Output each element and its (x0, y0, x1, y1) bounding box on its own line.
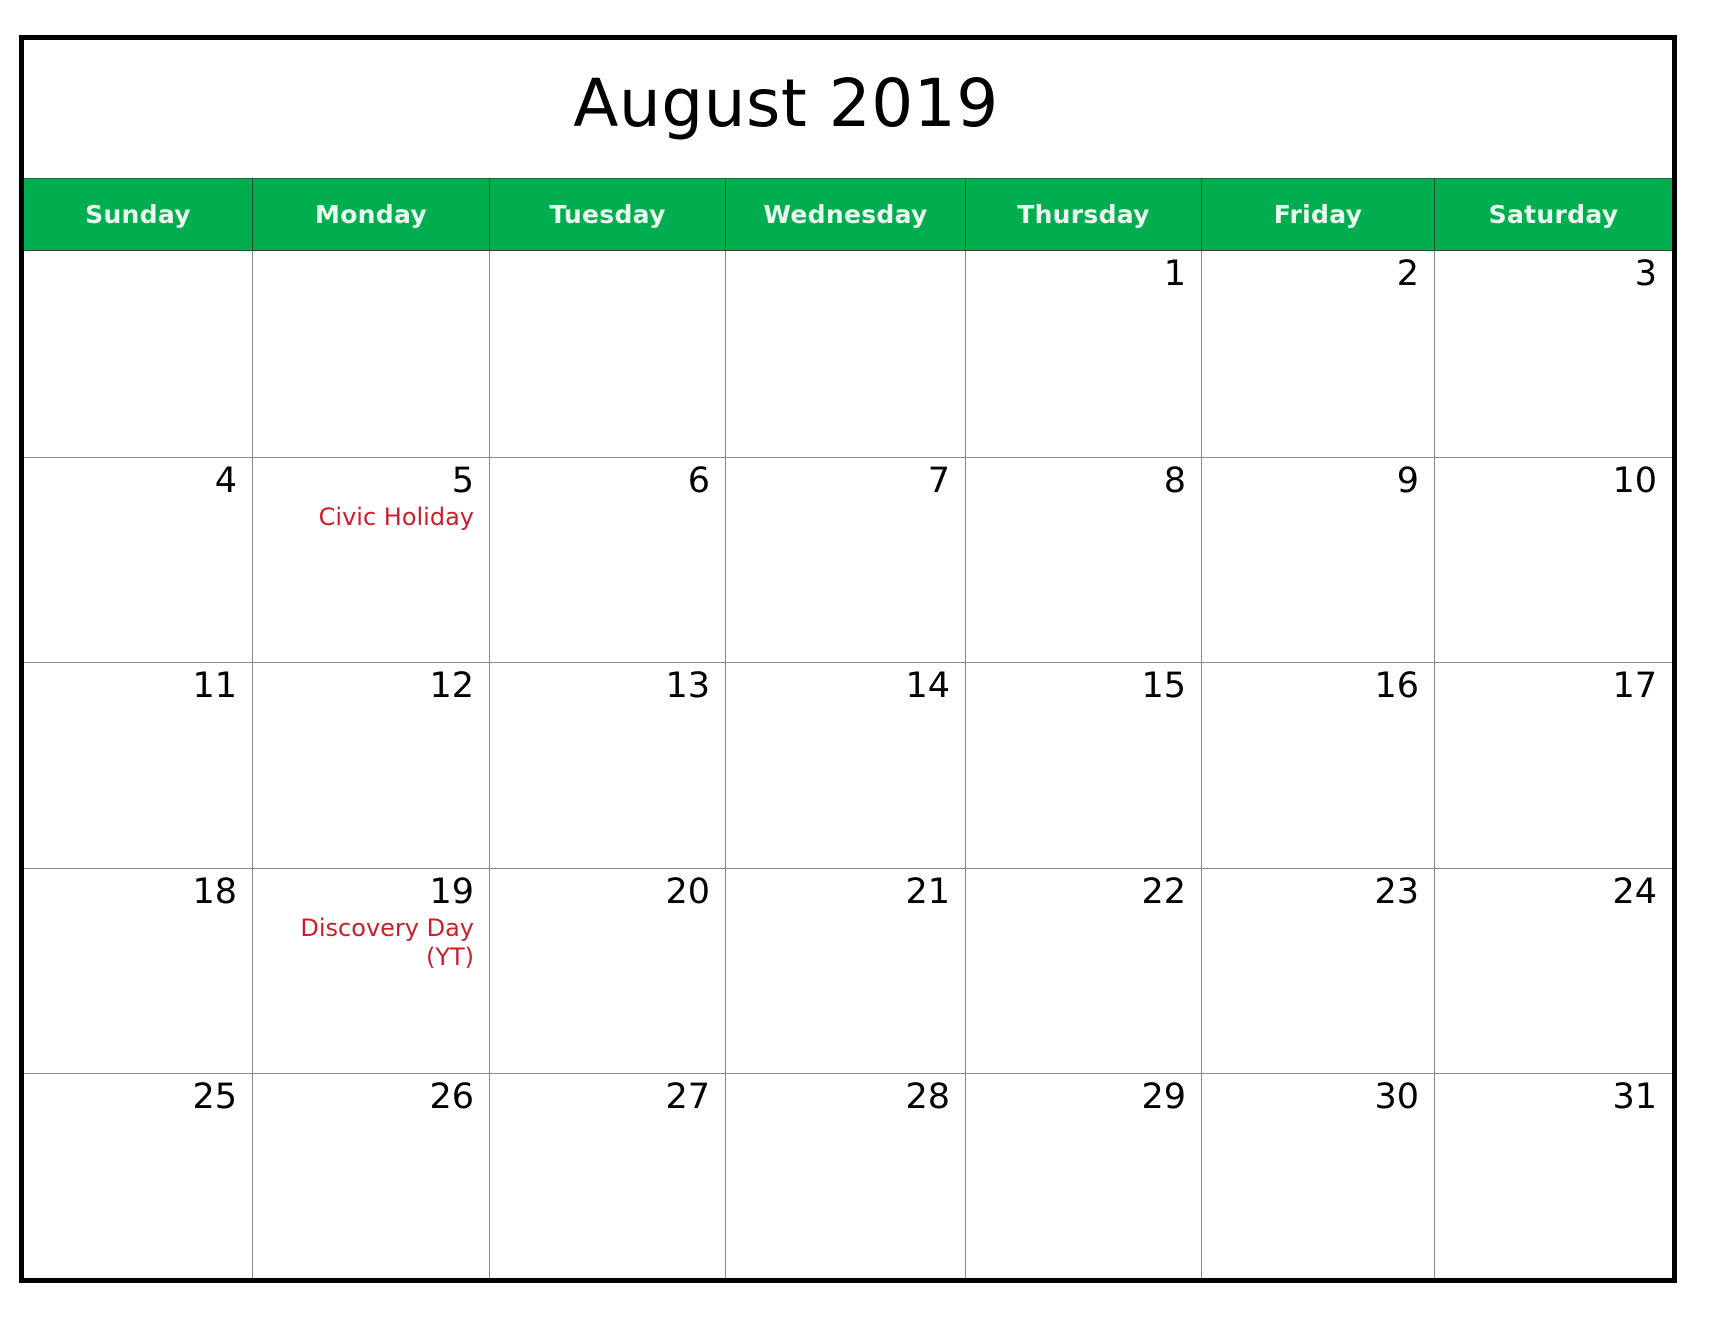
day-number: 25 (192, 1077, 237, 1117)
day-cell: 27 (489, 1073, 725, 1278)
day-number: 13 (665, 666, 710, 706)
day-number: 3 (1634, 254, 1657, 294)
day-cell: 30 (1201, 1073, 1434, 1278)
day-cell: 19 Discovery Day (YT) (252, 868, 489, 1073)
day-cell: 1 (965, 251, 1201, 457)
day-number: 24 (1612, 872, 1657, 912)
day-cell: 9 (1201, 457, 1434, 662)
weekday-header-thursday: Thursday (965, 178, 1201, 251)
day-cell: 6 (489, 457, 725, 662)
day-cell: 3 (1434, 251, 1672, 457)
day-number: 19 (429, 872, 474, 912)
holiday-label: Discovery Day (YT) (300, 914, 474, 971)
day-cell: 17 (1434, 662, 1672, 868)
day-cell: 20 (489, 868, 725, 1073)
day-number: 4 (214, 461, 237, 501)
day-number: 16 (1374, 666, 1419, 706)
day-cell: 14 (725, 662, 965, 868)
calendar-grid: Sunday Monday Tuesday Wednesday Thursday… (24, 178, 1672, 1278)
day-cell: 15 (965, 662, 1201, 868)
empty-day-cell (725, 251, 965, 457)
day-number: 7 (927, 461, 950, 501)
day-number: 11 (192, 666, 237, 706)
weekday-header-tuesday: Tuesday (489, 178, 725, 251)
title-area: August 2019 (24, 40, 1672, 178)
day-number: 9 (1396, 461, 1419, 501)
day-cell: 13 (489, 662, 725, 868)
day-cell: 11 (24, 662, 252, 868)
weekday-header-saturday: Saturday (1434, 178, 1672, 251)
day-cell: 26 (252, 1073, 489, 1278)
day-number: 1 (1163, 254, 1186, 294)
weekday-header-sunday: Sunday (24, 178, 252, 251)
day-number: 20 (665, 872, 710, 912)
day-number: 21 (905, 872, 950, 912)
day-number: 6 (687, 461, 710, 501)
day-cell: 18 (24, 868, 252, 1073)
calendar-frame: August 2019 Sunday Monday Tuesday Wednes… (19, 35, 1677, 1283)
empty-day-cell (489, 251, 725, 457)
holiday-label: Civic Holiday (318, 503, 474, 531)
day-number: 10 (1612, 461, 1657, 501)
day-number: 29 (1141, 1077, 1186, 1117)
day-cell: 16 (1201, 662, 1434, 868)
day-cell: 22 (965, 868, 1201, 1073)
day-cell: 28 (725, 1073, 965, 1278)
day-number: 12 (429, 666, 474, 706)
day-cell: 21 (725, 868, 965, 1073)
day-cell: 5 Civic Holiday (252, 457, 489, 662)
weekday-header-wednesday: Wednesday (725, 178, 965, 251)
weekday-header-friday: Friday (1201, 178, 1434, 251)
day-number: 30 (1374, 1077, 1419, 1117)
day-number: 5 (451, 461, 474, 501)
empty-day-cell (252, 251, 489, 457)
day-number: 28 (905, 1077, 950, 1117)
day-cell: 24 (1434, 868, 1672, 1073)
day-cell: 23 (1201, 868, 1434, 1073)
day-cell: 8 (965, 457, 1201, 662)
day-cell: 2 (1201, 251, 1434, 457)
day-number: 23 (1374, 872, 1419, 912)
empty-day-cell (24, 251, 252, 457)
weekday-header-monday: Monday (252, 178, 489, 251)
day-cell: 12 (252, 662, 489, 868)
day-number: 27 (665, 1077, 710, 1117)
day-cell: 31 (1434, 1073, 1672, 1278)
day-cell: 7 (725, 457, 965, 662)
day-number: 31 (1612, 1077, 1657, 1117)
day-number: 18 (192, 872, 237, 912)
day-cell: 4 (24, 457, 252, 662)
day-number: 17 (1612, 666, 1657, 706)
day-cell: 29 (965, 1073, 1201, 1278)
day-number: 26 (429, 1077, 474, 1117)
day-number: 14 (905, 666, 950, 706)
day-number: 2 (1396, 254, 1419, 294)
day-cell: 25 (24, 1073, 252, 1278)
day-number: 8 (1163, 461, 1186, 501)
calendar-title: August 2019 (573, 65, 999, 142)
day-number: 15 (1141, 666, 1186, 706)
day-cell: 10 (1434, 457, 1672, 662)
day-number: 22 (1141, 872, 1186, 912)
